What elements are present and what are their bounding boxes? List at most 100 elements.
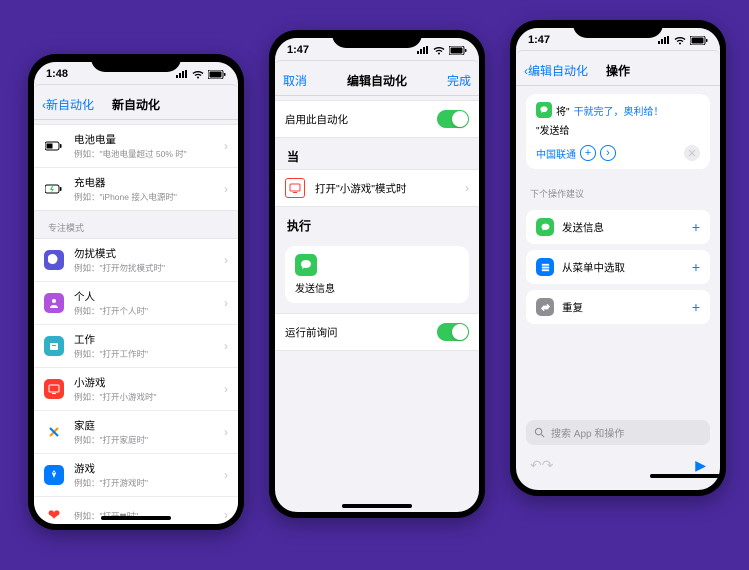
nav-cancel[interactable]: 取消 xyxy=(275,66,315,95)
nav-done-label: 完成 xyxy=(447,72,471,89)
sugg-repeat[interactable]: 重复 + xyxy=(526,290,710,324)
row-charger[interactable]: 充电器 例如："iPhone 接入电源时" › xyxy=(34,168,238,210)
nav-bar: ‹ 新自动化 新自动化 xyxy=(34,90,238,120)
notch xyxy=(332,30,422,48)
row-sub: 例如："打开家庭时" xyxy=(74,434,220,446)
row-game[interactable]: 游戏 例如："打开游戏时" › xyxy=(34,454,238,497)
chip-row: 将" 干就完了，奥利给！ "发送给 中国联通 + › ✕ xyxy=(536,102,700,161)
summary-pre: 将" xyxy=(556,103,570,118)
display-icon xyxy=(285,178,305,198)
wifi-icon xyxy=(433,46,445,55)
summary-message[interactable]: 干就完了，奥利给！ xyxy=(574,103,664,118)
row-sub: 例如："iPhone 接入电源时" xyxy=(74,191,220,203)
sugg-send-message[interactable]: 发送信息 + xyxy=(526,210,710,244)
signal-icon xyxy=(658,36,670,44)
row-home[interactable]: 家庭 例如："打开家庭时" › xyxy=(34,411,238,454)
phone-new-automation: 1:48 ‹ 新自动化 新自动化 xyxy=(28,54,244,530)
signal-icon xyxy=(176,70,188,78)
ask-toggle[interactable] xyxy=(437,323,469,341)
row-sub: 例如："电池电量超过 50% 时" xyxy=(74,148,220,160)
wifi-icon xyxy=(674,36,686,45)
nav-back[interactable]: ‹ 编辑自动化 xyxy=(516,56,596,85)
expand-button[interactable]: › xyxy=(600,145,616,161)
notch xyxy=(573,20,663,38)
row-sub: 例如："打开小游戏时" xyxy=(74,391,220,403)
chevron-right-icon: › xyxy=(220,296,228,310)
screen: 1:47 ‹ 编辑自动化 操作 将" 干就完了，奥利 xyxy=(516,28,720,490)
row-sub: 例如："打开工作时" xyxy=(74,348,220,360)
when-header: 当 xyxy=(275,138,479,169)
row-title: 家庭 xyxy=(74,418,220,433)
row-sub: 例如："打开勿扰模式时" xyxy=(74,262,220,274)
messages-icon xyxy=(295,254,317,276)
status-right xyxy=(417,46,467,55)
status-right xyxy=(658,36,708,45)
action-card[interactable]: 发送信息 xyxy=(285,246,469,303)
row-when[interactable]: 打开"小游戏"模式时 › xyxy=(275,170,479,206)
when-label: 打开"小游戏"模式时 xyxy=(315,181,461,196)
do-header: 执行 xyxy=(275,207,479,238)
add-recipient-button[interactable]: + xyxy=(580,145,596,161)
sugg-label: 从菜单中选取 xyxy=(562,260,692,275)
battery-icon xyxy=(690,36,708,45)
chevron-right-icon: › xyxy=(220,468,228,482)
nav-cancel-label: 取消 xyxy=(283,72,307,89)
nav-back[interactable]: ‹ 新自动化 xyxy=(34,90,102,119)
home-indicator xyxy=(342,504,412,508)
chevron-right-icon: › xyxy=(220,339,228,353)
action-summary-card[interactable]: 将" 干就完了，奥利给！ "发送给 中国联通 + › ✕ xyxy=(526,94,710,169)
row-personal[interactable]: 个人 例如："打开个人时" › xyxy=(34,282,238,325)
chevron-right-icon: › xyxy=(220,182,228,196)
nav-title: 编辑自动化 xyxy=(347,72,407,89)
row-dnd[interactable]: 勿扰模式 例如："打开勿扰模式时" › xyxy=(34,239,238,282)
summary-mid: "发送给 xyxy=(536,122,570,137)
moon-icon xyxy=(44,250,64,270)
chevron-right-icon: › xyxy=(220,139,228,153)
row-title: 电池电量 xyxy=(74,132,220,147)
tools-icon xyxy=(44,422,64,442)
chevron-right-icon: › xyxy=(220,253,228,267)
row-minigame[interactable]: 小游戏 例如："打开小游戏时" › xyxy=(34,368,238,411)
sugg-choose-menu[interactable]: 从菜单中选取 + xyxy=(526,250,710,284)
status-time: 1:48 xyxy=(46,68,68,80)
row-enable: 启用此自动化 xyxy=(275,101,479,137)
battery-level-icon xyxy=(44,136,64,156)
messages-icon xyxy=(536,218,554,236)
sugg-label: 重复 xyxy=(562,300,692,315)
row-title: 小游戏 xyxy=(74,375,220,390)
sugg-header: 下个操作建议 xyxy=(516,177,720,204)
remove-action-button[interactable]: ✕ xyxy=(684,145,700,161)
messages-icon xyxy=(536,102,552,118)
row-title: 充电器 xyxy=(74,175,220,190)
row-ask: 运行前询问 xyxy=(275,314,479,350)
row-title: 勿扰模式 xyxy=(74,246,220,261)
row-battery-level[interactable]: 电池电量 例如："电池电量超过 50% 时" › xyxy=(34,125,238,168)
summary-recipient[interactable]: 中国联通 xyxy=(536,146,576,161)
enable-toggle[interactable] xyxy=(437,110,469,128)
phone-actions: 1:47 ‹ 编辑自动化 操作 将" 干就完了，奥利 xyxy=(510,20,726,496)
group-focus: 勿扰模式 例如："打开勿扰模式时" › 个人 例如："打开个人时" › xyxy=(34,238,238,524)
content: 电池电量 例如："电池电量超过 50% 时" › 充电器 例如："iPhone … xyxy=(34,120,238,524)
home-indicator xyxy=(101,516,171,520)
person-icon xyxy=(44,293,64,313)
signal-icon xyxy=(417,46,429,54)
add-suggestion-button[interactable]: + xyxy=(692,219,700,235)
enable-label: 启用此自动化 xyxy=(285,112,437,127)
status-right xyxy=(176,70,226,79)
sugg-label: 发送信息 xyxy=(562,220,692,235)
nav-bar: ‹ 编辑自动化 操作 xyxy=(516,56,720,86)
badge-icon xyxy=(44,336,64,356)
screen: 1:48 ‹ 新自动化 新自动化 xyxy=(34,62,238,524)
add-suggestion-button[interactable]: + xyxy=(692,259,700,275)
nav-done[interactable]: 完成 xyxy=(439,66,479,95)
chevron-right-icon: › xyxy=(220,508,228,522)
nav-back-label: 编辑自动化 xyxy=(528,62,588,79)
group-enable: 启用此自动化 xyxy=(275,100,479,138)
row-work[interactable]: 工作 例如："打开工作时" › xyxy=(34,325,238,368)
screen: 1:47 取消 编辑自动化 完成 启用此自动化 当 xyxy=(275,38,479,512)
add-suggestion-button[interactable]: + xyxy=(692,299,700,315)
row-title: 工作 xyxy=(74,332,220,347)
chevron-right-icon: › xyxy=(220,382,228,396)
content: 将" 干就完了，奥利给！ "发送给 中国联通 + › ✕ 下个操作建议 发送信息… xyxy=(516,86,720,338)
nav-title: 新自动化 xyxy=(112,96,160,113)
